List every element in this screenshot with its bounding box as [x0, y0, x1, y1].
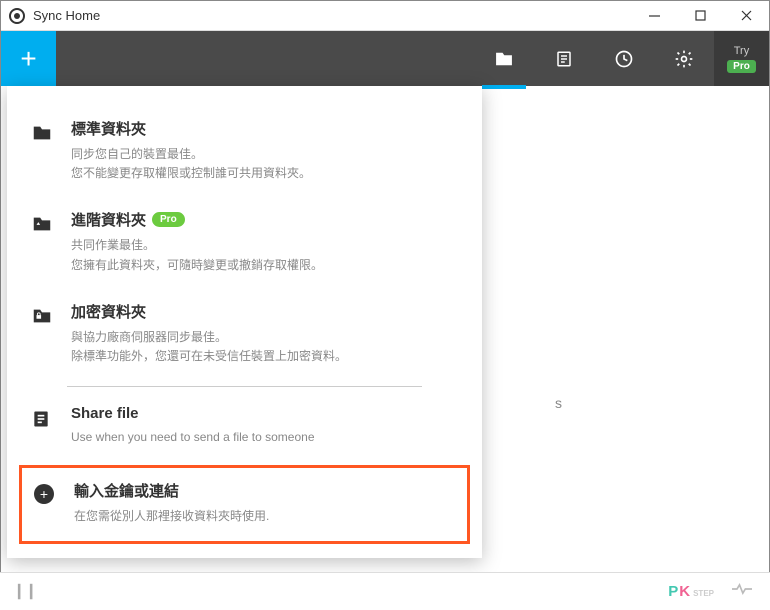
- pro-badge: Pro: [152, 212, 185, 227]
- transfers-tab[interactable]: [534, 31, 594, 86]
- item-desc: 共同作業最佳。 您擁有此資料夾，可隨時變更或撤銷存取權限。: [71, 236, 458, 274]
- menu-item-enter-key[interactable]: + 輸入金鑰或連結 在您需從別人那裡接收資料夾時使用.: [19, 465, 470, 543]
- item-title: 進階資料夾 Pro: [71, 209, 458, 230]
- pk-logo: PKSTEP: [668, 583, 714, 600]
- window-controls: [631, 1, 769, 31]
- folders-tab[interactable]: [474, 31, 534, 86]
- menu-item-encrypted-folder[interactable]: 加密資料夾 與協力廠商伺服器同步最佳。 除標準功能外，您還可在未受信任裝置上加密…: [7, 289, 482, 380]
- add-dropdown-panel: 標準資料夾 同步您自己的裝置最佳。 您不能變更存取權限或控制誰可共用資料夾。 進…: [7, 86, 482, 558]
- add-button[interactable]: +: [1, 31, 56, 86]
- activity-icon: [732, 582, 752, 601]
- pause-icon[interactable]: ▎▎: [18, 584, 42, 600]
- file-lines-icon: [31, 405, 53, 447]
- maximize-button[interactable]: [677, 1, 723, 31]
- item-desc: Use when you need to send a file to some…: [71, 428, 458, 447]
- separator: [67, 386, 422, 387]
- item-desc: 在您需從別人那裡接收資料夾時使用.: [74, 507, 455, 526]
- pro-badge: Pro: [727, 60, 756, 73]
- item-title: 輸入金鑰或連結: [74, 480, 455, 501]
- try-label: Try: [734, 45, 749, 57]
- folder-icon: [31, 118, 53, 183]
- item-title: 標準資料夾: [71, 118, 458, 139]
- item-desc: 與協力廠商伺服器同步最佳。 除標準功能外，您還可在未受信任裝置上加密資料。: [71, 328, 458, 366]
- try-pro-button[interactable]: Try Pro: [714, 31, 769, 86]
- circle-plus-icon: +: [34, 480, 56, 526]
- minimize-button[interactable]: [631, 1, 677, 31]
- main-toolbar: + Try Pro: [1, 31, 769, 86]
- item-title: 加密資料夾: [71, 301, 458, 322]
- menu-item-advanced-folder[interactable]: 進階資料夾 Pro 共同作業最佳。 您擁有此資料夾，可隨時變更或撤銷存取權限。: [7, 197, 482, 288]
- titlebar: Sync Home: [1, 1, 769, 31]
- statusbar: ▎▎ PKSTEP: [0, 572, 770, 610]
- app-logo-icon: [9, 8, 25, 24]
- background-text: s: [555, 395, 562, 411]
- history-tab[interactable]: [594, 31, 654, 86]
- item-title: Share file: [71, 405, 458, 422]
- folder-lock-icon: [31, 301, 53, 366]
- settings-tab[interactable]: [654, 31, 714, 86]
- item-desc: 同步您自己的裝置最佳。 您不能變更存取權限或控制誰可共用資料夾。: [71, 145, 458, 183]
- close-button[interactable]: [723, 1, 769, 31]
- plus-icon: +: [20, 43, 36, 75]
- titlebar-left: Sync Home: [1, 8, 100, 24]
- menu-item-standard-folder[interactable]: 標準資料夾 同步您自己的裝置最佳。 您不能變更存取權限或控制誰可共用資料夾。: [7, 106, 482, 197]
- window-title: Sync Home: [33, 8, 100, 23]
- folder-owner-icon: [31, 209, 53, 274]
- menu-item-share-file[interactable]: Share file Use when you need to send a f…: [7, 393, 482, 461]
